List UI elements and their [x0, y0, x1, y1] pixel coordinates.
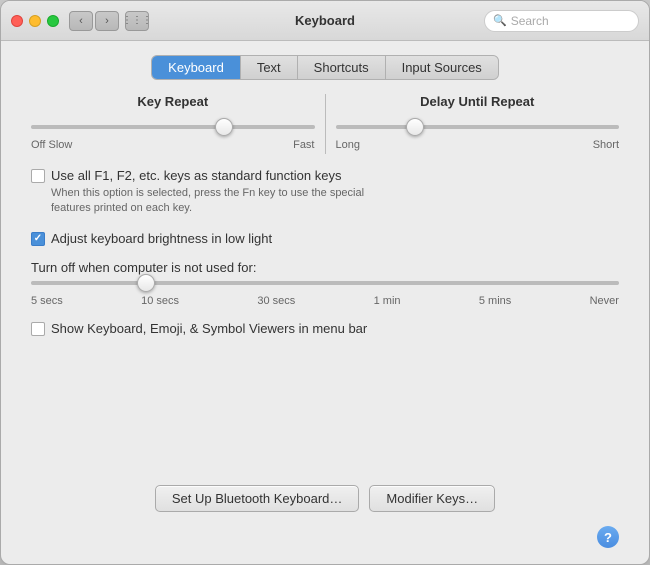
back-button[interactable]: ‹: [69, 11, 93, 31]
checkbox-fn-row: Use all F1, F2, etc. keys as standard fu…: [21, 168, 629, 217]
turnoff-label: Turn off when computer is not used for:: [31, 260, 619, 275]
checkbox-fn-sublabel: When this option is selected, press the …: [51, 186, 364, 217]
nav-buttons: ‹ ›: [69, 11, 119, 31]
bottom-row: ?: [21, 526, 629, 548]
search-placeholder: Search: [511, 14, 549, 28]
turnoff-section: Turn off when computer is not used for: …: [21, 260, 629, 307]
window: ‹ › ⋮⋮⋮ Keyboard 🔍 Search Keyboard Text …: [0, 0, 650, 565]
turnoff-track: [31, 281, 619, 285]
turnoff-tick-3: 1 min: [374, 295, 401, 307]
checkbox-viewers-label: Show Keyboard, Emoji, & Symbol Viewers i…: [51, 321, 367, 336]
window-title: Keyboard: [295, 13, 355, 28]
key-repeat-slider[interactable]: [31, 117, 315, 137]
delay-max-label: Short: [593, 139, 619, 151]
tab-shortcuts[interactable]: Shortcuts: [298, 56, 386, 79]
sliders-row: Key Repeat Off Slow Fast Delay Until Rep…: [21, 94, 629, 154]
key-repeat-max-label: Fast: [293, 139, 314, 151]
key-repeat-labels: Off Slow Fast: [31, 139, 315, 151]
turnoff-tick-2: 30 secs: [257, 295, 295, 307]
turnoff-thumb[interactable]: [137, 274, 155, 292]
forward-button[interactable]: ›: [95, 11, 119, 31]
turnoff-tick-4: 5 mins: [479, 295, 511, 307]
tab-text[interactable]: Text: [241, 56, 298, 79]
close-button[interactable]: [11, 15, 23, 27]
tabs: Keyboard Text Shortcuts Input Sources: [21, 55, 629, 80]
turnoff-tick-5: Never: [590, 295, 619, 307]
modifier-keys-button[interactable]: Modifier Keys…: [369, 485, 495, 512]
checkbox-fn-label: Use all F1, F2, etc. keys as standard fu…: [51, 168, 364, 183]
grid-button[interactable]: ⋮⋮⋮: [125, 11, 149, 31]
checkbox-fn-text: Use all F1, F2, etc. keys as standard fu…: [51, 168, 364, 217]
delay-label: Delay Until Repeat: [420, 94, 534, 109]
tab-group: Keyboard Text Shortcuts Input Sources: [151, 55, 499, 80]
traffic-lights: [11, 15, 59, 27]
tab-keyboard[interactable]: Keyboard: [152, 56, 241, 79]
checkbox-fn[interactable]: [31, 169, 45, 183]
search-box[interactable]: 🔍 Search: [484, 10, 639, 32]
turnoff-tick-0: 5 secs: [31, 295, 63, 307]
delay-slider[interactable]: [336, 117, 620, 137]
checkbox-brightness-label: Adjust keyboard brightness in low light: [51, 231, 272, 246]
key-repeat-thumb[interactable]: [215, 118, 233, 136]
maximize-button[interactable]: [47, 15, 59, 27]
delay-min-label: Long: [336, 139, 360, 151]
checkbox-viewers[interactable]: [31, 322, 45, 336]
turnoff-tick-1: 10 secs: [141, 295, 179, 307]
minimize-button[interactable]: [29, 15, 41, 27]
bluetooth-keyboard-button[interactable]: Set Up Bluetooth Keyboard…: [155, 485, 360, 512]
delay-track: [336, 125, 620, 129]
titlebar: ‹ › ⋮⋮⋮ Keyboard 🔍 Search: [1, 1, 649, 41]
buttons-row: Set Up Bluetooth Keyboard… Modifier Keys…: [21, 485, 629, 512]
search-icon: 🔍: [493, 14, 507, 27]
tab-input-sources[interactable]: Input Sources: [386, 56, 498, 79]
delay-labels: Long Short: [336, 139, 620, 151]
content: Keyboard Text Shortcuts Input Sources Ke…: [1, 41, 649, 564]
help-button[interactable]: ?: [597, 526, 619, 548]
key-repeat-section: Key Repeat Off Slow Fast: [31, 94, 315, 151]
key-repeat-track: [31, 125, 315, 129]
turnoff-tick-row: 5 secs 10 secs 30 secs 1 min 5 mins Neve…: [31, 295, 619, 307]
turnoff-slider[interactable]: [31, 281, 619, 285]
delay-until-repeat-section: Delay Until Repeat Long Short: [336, 94, 620, 151]
checkbox-brightness[interactable]: [31, 232, 45, 246]
delay-thumb[interactable]: [406, 118, 424, 136]
slider-divider: [325, 94, 326, 154]
key-repeat-label: Key Repeat: [137, 94, 208, 109]
checkbox-viewers-row: Show Keyboard, Emoji, & Symbol Viewers i…: [21, 321, 629, 336]
key-repeat-min-label: Off Slow: [31, 139, 72, 151]
checkbox-brightness-row: Adjust keyboard brightness in low light: [21, 231, 629, 246]
